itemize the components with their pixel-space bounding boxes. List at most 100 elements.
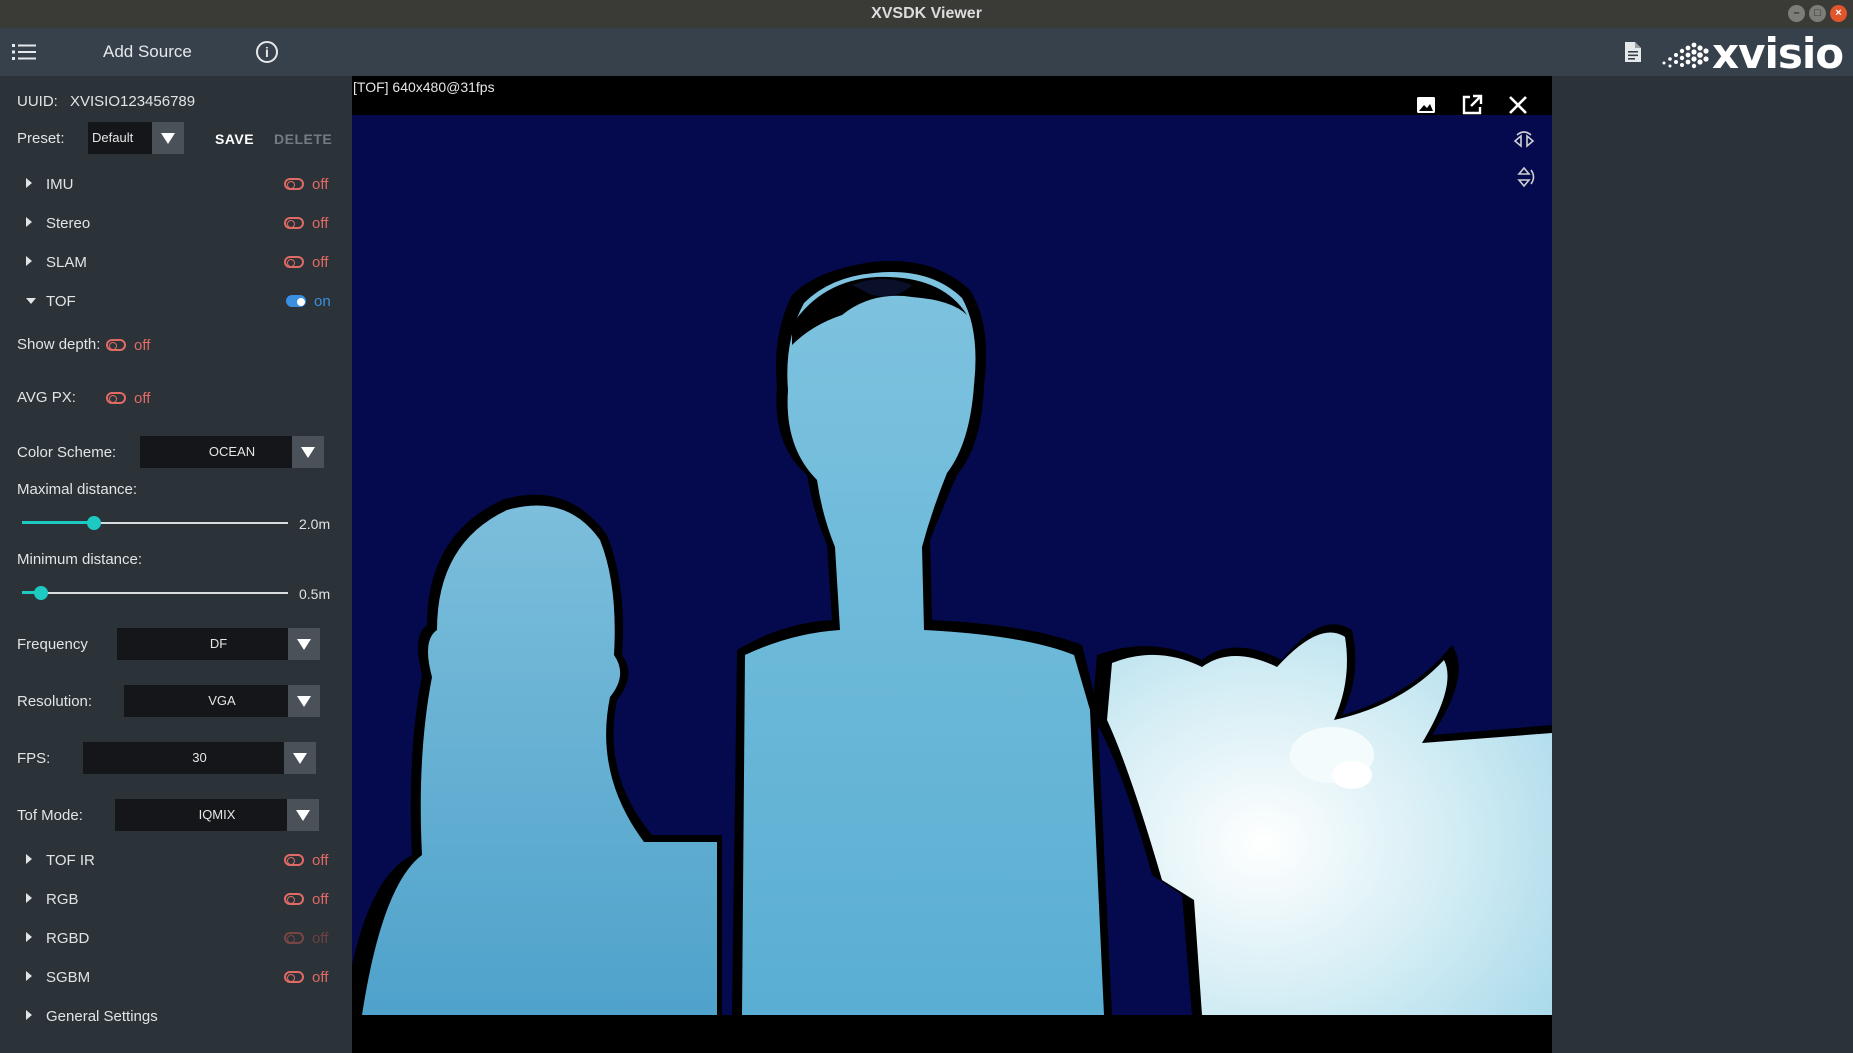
tof-mode-select[interactable]: IQMIX bbox=[115, 799, 319, 831]
expand-arrow-icon bbox=[26, 256, 32, 266]
max-distance-label: Maximal distance: bbox=[17, 481, 138, 498]
tof-state: on bbox=[314, 292, 331, 310]
expand-arrow-icon bbox=[26, 178, 32, 188]
toggle-off-icon bbox=[106, 392, 126, 404]
section-slam-label: SLAM bbox=[46, 254, 87, 271]
show-depth-toggle[interactable]: off bbox=[106, 335, 150, 355]
flip-view-icon[interactable] bbox=[1511, 164, 1537, 190]
toggle-on-icon bbox=[286, 295, 306, 307]
image-icon[interactable] bbox=[1413, 92, 1439, 118]
stream-caption: [TOF] 640x480@31fps bbox=[353, 79, 495, 95]
tof-mode-value: IQMIX bbox=[198, 807, 236, 822]
frequency-select[interactable]: DF bbox=[117, 628, 320, 660]
close-icon[interactable] bbox=[1505, 92, 1531, 118]
color-scheme-select[interactable]: OCEAN bbox=[140, 436, 324, 468]
chevron-down-icon bbox=[288, 628, 320, 660]
logo-text: xvisio bbox=[1712, 29, 1844, 78]
toggle-off-icon bbox=[106, 339, 126, 351]
expand-arrow-icon bbox=[26, 854, 32, 864]
max-distance-value: 2.0m bbox=[299, 516, 331, 532]
fps-label: FPS: bbox=[17, 750, 51, 767]
max-distance-handle[interactable] bbox=[86, 516, 101, 530]
toggle-off-icon bbox=[284, 971, 304, 983]
menu-icon[interactable] bbox=[12, 42, 36, 62]
expand-arrow-icon bbox=[26, 893, 32, 903]
section-general-settings[interactable]: General Settings bbox=[26, 1006, 336, 1028]
expand-arrow-icon bbox=[26, 217, 32, 227]
rgbd-toggle[interactable]: off bbox=[284, 928, 328, 948]
sgbm-state: off bbox=[312, 968, 329, 986]
imu-toggle[interactable]: off bbox=[284, 174, 328, 194]
minimize-button[interactable]: – bbox=[1788, 5, 1805, 22]
depth-scene bbox=[352, 260, 1552, 1015]
window-close-button[interactable]: × bbox=[1830, 5, 1847, 22]
section-sgbm-label: SGBM bbox=[46, 969, 91, 986]
rotate-view-icon[interactable] bbox=[1511, 128, 1537, 154]
resolution-label: Resolution: bbox=[17, 693, 93, 710]
chevron-down-icon bbox=[292, 436, 324, 468]
section-imu-label: IMU bbox=[46, 176, 74, 193]
info-icon[interactable]: i bbox=[256, 41, 278, 63]
stereo-state: off bbox=[312, 214, 329, 232]
toggle-off-icon bbox=[284, 178, 304, 190]
maximize-button[interactable]: □ bbox=[1809, 5, 1826, 22]
add-source-button[interactable]: Add Source bbox=[103, 42, 192, 62]
chevron-down-icon bbox=[152, 122, 184, 154]
chevron-down-icon bbox=[288, 685, 320, 717]
avg-px-toggle[interactable]: off bbox=[106, 388, 150, 408]
preset-label: Preset: bbox=[17, 130, 65, 147]
top-toolbar: Add Source i xvisio bbox=[0, 28, 1853, 76]
tof-depth-image bbox=[352, 115, 1552, 1015]
window-titlebar: XVSDK Viewer – □ × bbox=[0, 0, 1853, 28]
stereo-toggle[interactable]: off bbox=[284, 213, 328, 233]
tof-mode-label: Tof Mode: bbox=[17, 807, 83, 824]
max-distance-fill bbox=[22, 521, 94, 524]
toggle-off-icon bbox=[284, 932, 304, 944]
max-distance-slider[interactable] bbox=[22, 513, 288, 533]
document-icon[interactable] bbox=[1624, 41, 1642, 63]
resolution-value: VGA bbox=[208, 693, 236, 708]
collapse-arrow-icon bbox=[26, 298, 36, 304]
fps-value: 30 bbox=[192, 750, 207, 765]
right-empty-panel bbox=[1552, 76, 1853, 1053]
tof-ir-toggle[interactable]: off bbox=[284, 850, 328, 870]
show-depth-label: Show depth: bbox=[17, 336, 101, 353]
imu-state: off bbox=[312, 175, 329, 193]
slam-toggle[interactable]: off bbox=[284, 252, 328, 272]
uuid-value: XVISIO123456789 bbox=[70, 93, 196, 110]
rgb-toggle[interactable]: off bbox=[284, 889, 328, 909]
show-depth-state: off bbox=[134, 336, 151, 354]
save-preset-button[interactable]: SAVE bbox=[215, 131, 254, 147]
min-distance-handle[interactable] bbox=[33, 586, 48, 600]
delete-preset-button[interactable]: DELETE bbox=[274, 131, 332, 147]
expand-arrow-icon bbox=[26, 932, 32, 942]
section-stereo-label: Stereo bbox=[46, 215, 91, 232]
settings-sidebar: UUID: XVISIO123456789 Preset: Default SA… bbox=[0, 76, 352, 1053]
chevron-down-icon bbox=[284, 742, 316, 774]
rgb-state: off bbox=[312, 890, 329, 908]
min-distance-slider[interactable] bbox=[22, 583, 288, 603]
tof-toggle[interactable]: on bbox=[286, 291, 331, 311]
frequency-label: Frequency bbox=[17, 636, 88, 653]
xvisio-logo: xvisio bbox=[1660, 29, 1844, 78]
color-scheme-label: Color Scheme: bbox=[17, 444, 117, 461]
preset-value: Default bbox=[92, 130, 134, 145]
expand-arrow-icon bbox=[26, 971, 32, 981]
section-rgbd-label: RGBD bbox=[46, 930, 90, 947]
tof-ir-state: off bbox=[312, 851, 329, 869]
sgbm-toggle[interactable]: off bbox=[284, 967, 328, 987]
section-tof-ir-label: TOF IR bbox=[46, 852, 95, 869]
resolution-select[interactable]: VGA bbox=[124, 685, 320, 717]
section-tof-label: TOF bbox=[46, 293, 76, 310]
section-general-label: General Settings bbox=[46, 1008, 158, 1025]
fps-select[interactable]: 30 bbox=[83, 742, 316, 774]
frequency-value: DF bbox=[209, 636, 228, 651]
section-rgb-label: RGB bbox=[46, 891, 79, 908]
rgbd-state: off bbox=[312, 929, 329, 947]
toggle-off-icon bbox=[284, 217, 304, 229]
preset-select[interactable]: Default bbox=[88, 122, 184, 154]
avg-px-label: AVG PX: bbox=[17, 389, 76, 406]
uuid-label: UUID: bbox=[17, 93, 58, 110]
toggle-off-icon bbox=[284, 256, 304, 268]
open-external-icon[interactable] bbox=[1459, 92, 1485, 118]
